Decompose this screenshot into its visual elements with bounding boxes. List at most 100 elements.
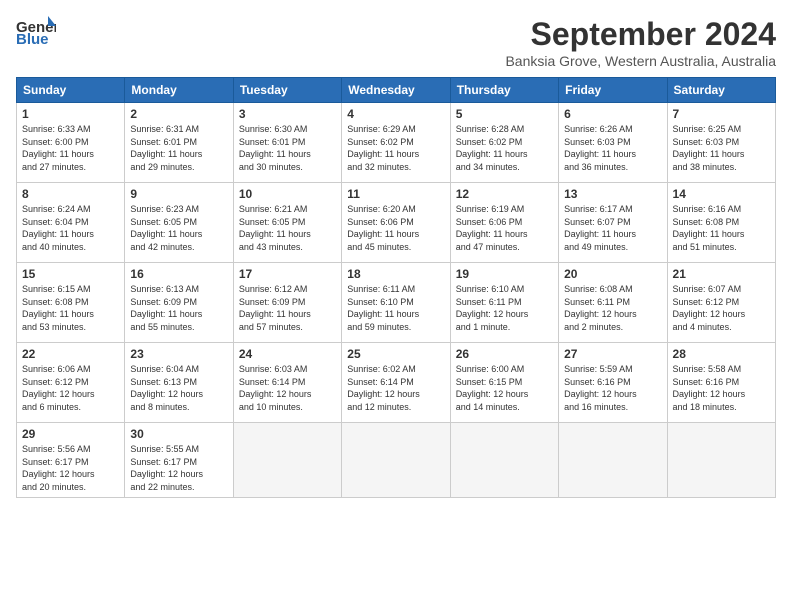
day-cell: 24Sunrise: 6:03 AMSunset: 6:14 PMDayligh… <box>233 343 341 423</box>
day-number: 10 <box>239 187 336 201</box>
day-info: Sunrise: 6:15 AMSunset: 6:08 PMDaylight:… <box>22 283 119 333</box>
day-number: 27 <box>564 347 661 361</box>
day-number: 30 <box>130 427 227 441</box>
day-number: 24 <box>239 347 336 361</box>
day-number: 28 <box>673 347 770 361</box>
day-info: Sunrise: 6:04 AMSunset: 6:13 PMDaylight:… <box>130 363 227 413</box>
day-info: Sunrise: 6:20 AMSunset: 6:06 PMDaylight:… <box>347 203 444 253</box>
day-cell: 30 Sunrise: 5:55 AMSunset: 6:17 PMDayligh… <box>125 423 233 498</box>
day-cell: 15 Sunrise: 6:15 AMSunset: 6:08 PMDayligh… <box>17 263 125 343</box>
week-row-2: 8 Sunrise: 6:24 AMSunset: 6:04 PMDaylight… <box>17 183 776 263</box>
day-info: Sunrise: 6:25 AMSunset: 6:03 PMDaylight:… <box>673 123 770 173</box>
day-cell: 16Sunrise: 6:13 AMSunset: 6:09 PMDayligh… <box>125 263 233 343</box>
day-cell: 7 Sunrise: 6:25 AMSunset: 6:03 PMDaylight… <box>667 103 775 183</box>
day-number: 4 <box>347 107 444 121</box>
day-info: Sunrise: 5:56 AMSunset: 6:17 PMDaylight:… <box>22 443 119 493</box>
week-row-1: 1Sunrise: 6:33 AMSunset: 6:00 PMDaylight… <box>17 103 776 183</box>
day-number: 1 <box>22 107 119 121</box>
logo: General Blue <box>16 16 56 51</box>
title-area: September 2024 Banksia Grove, Western Au… <box>505 16 776 69</box>
weekday-header-row: SundayMondayTuesdayWednesdayThursdayFrid… <box>17 78 776 103</box>
day-cell: 22Sunrise: 6:06 AMSunset: 6:12 PMDayligh… <box>17 343 125 423</box>
day-info: Sunrise: 6:24 AMSunset: 6:04 PMDaylight:… <box>22 203 119 253</box>
day-number: 18 <box>347 267 444 281</box>
day-cell: 26 Sunrise: 6:00 AMSunset: 6:15 PMDayligh… <box>450 343 558 423</box>
day-cell: 9 Sunrise: 6:23 AMSunset: 6:05 PMDaylight… <box>125 183 233 263</box>
day-cell: 10 Sunrise: 6:21 AMSunset: 6:05 PMDayligh… <box>233 183 341 263</box>
weekday-header-wednesday: Wednesday <box>342 78 450 103</box>
day-info: Sunrise: 6:16 AMSunset: 6:08 PMDaylight:… <box>673 203 770 253</box>
day-number: 7 <box>673 107 770 121</box>
week-row-4: 22Sunrise: 6:06 AMSunset: 6:12 PMDayligh… <box>17 343 776 423</box>
day-cell: 27 Sunrise: 5:59 AMSunset: 6:16 PMDayligh… <box>559 343 667 423</box>
day-info: Sunrise: 6:00 AMSunset: 6:15 PMDaylight:… <box>456 363 553 413</box>
day-number: 11 <box>347 187 444 201</box>
day-cell: 5 Sunrise: 6:28 AMSunset: 6:02 PMDaylight… <box>450 103 558 183</box>
weekday-header-thursday: Thursday <box>450 78 558 103</box>
day-info: Sunrise: 5:59 AMSunset: 6:16 PMDaylight:… <box>564 363 661 413</box>
day-cell: 29Sunrise: 5:56 AMSunset: 6:17 PMDayligh… <box>17 423 125 498</box>
day-info: Sunrise: 6:29 AMSunset: 6:02 PMDaylight:… <box>347 123 444 173</box>
day-cell: 2Sunrise: 6:31 AMSunset: 6:01 PMDaylight… <box>125 103 233 183</box>
day-info: Sunrise: 6:11 AMSunset: 6:10 PMDaylight:… <box>347 283 444 333</box>
calendar-table: SundayMondayTuesdayWednesdayThursdayFrid… <box>16 77 776 498</box>
day-info: Sunrise: 5:55 AMSunset: 6:17 PMDaylight:… <box>130 443 227 493</box>
day-info: Sunrise: 6:28 AMSunset: 6:02 PMDaylight:… <box>456 123 553 173</box>
day-number: 17 <box>239 267 336 281</box>
day-info: Sunrise: 6:10 AMSunset: 6:11 PMDaylight:… <box>456 283 553 333</box>
month-title: September 2024 <box>505 16 776 53</box>
day-cell: 1Sunrise: 6:33 AMSunset: 6:00 PMDaylight… <box>17 103 125 183</box>
week-row-5: 29Sunrise: 5:56 AMSunset: 6:17 PMDayligh… <box>17 423 776 498</box>
logo-icon: General Blue <box>16 16 56 51</box>
day-cell: 18 Sunrise: 6:11 AMSunset: 6:10 PMDayligh… <box>342 263 450 343</box>
day-number: 6 <box>564 107 661 121</box>
day-number: 21 <box>673 267 770 281</box>
day-cell: 6 Sunrise: 6:26 AMSunset: 6:03 PMDaylight… <box>559 103 667 183</box>
day-info: Sunrise: 6:26 AMSunset: 6:03 PMDaylight:… <box>564 123 661 173</box>
day-info: Sunrise: 6:21 AMSunset: 6:05 PMDaylight:… <box>239 203 336 253</box>
day-cell: 8 Sunrise: 6:24 AMSunset: 6:04 PMDaylight… <box>17 183 125 263</box>
day-cell: 4 Sunrise: 6:29 AMSunset: 6:02 PMDaylight… <box>342 103 450 183</box>
day-number: 13 <box>564 187 661 201</box>
day-info: Sunrise: 6:30 AMSunset: 6:01 PMDaylight:… <box>239 123 336 173</box>
day-info: Sunrise: 6:17 AMSunset: 6:07 PMDaylight:… <box>564 203 661 253</box>
day-info: Sunrise: 6:08 AMSunset: 6:11 PMDaylight:… <box>564 283 661 333</box>
day-cell: 28 Sunrise: 5:58 AMSunset: 6:16 PMDayligh… <box>667 343 775 423</box>
day-number: 8 <box>22 187 119 201</box>
day-info: Sunrise: 6:19 AMSunset: 6:06 PMDaylight:… <box>456 203 553 253</box>
day-number: 16 <box>130 267 227 281</box>
weekday-header-tuesday: Tuesday <box>233 78 341 103</box>
day-number: 25 <box>347 347 444 361</box>
day-cell <box>559 423 667 498</box>
svg-text:Blue: Blue <box>16 31 49 46</box>
day-cell: 21 Sunrise: 6:07 AMSunset: 6:12 PMDayligh… <box>667 263 775 343</box>
day-cell <box>667 423 775 498</box>
day-info: Sunrise: 6:02 AMSunset: 6:14 PMDaylight:… <box>347 363 444 413</box>
day-cell: 25 Sunrise: 6:02 AMSunset: 6:14 PMDayligh… <box>342 343 450 423</box>
weekday-header-friday: Friday <box>559 78 667 103</box>
day-number: 3 <box>239 107 336 121</box>
day-cell: 11 Sunrise: 6:20 AMSunset: 6:06 PMDayligh… <box>342 183 450 263</box>
day-number: 22 <box>22 347 119 361</box>
day-info: Sunrise: 6:23 AMSunset: 6:05 PMDaylight:… <box>130 203 227 253</box>
day-number: 15 <box>22 267 119 281</box>
week-row-3: 15 Sunrise: 6:15 AMSunset: 6:08 PMDayligh… <box>17 263 776 343</box>
weekday-header-monday: Monday <box>125 78 233 103</box>
day-info: Sunrise: 5:58 AMSunset: 6:16 PMDaylight:… <box>673 363 770 413</box>
day-number: 9 <box>130 187 227 201</box>
day-cell: 3 Sunrise: 6:30 AMSunset: 6:01 PMDaylight… <box>233 103 341 183</box>
day-number: 23 <box>130 347 227 361</box>
day-cell: 23 Sunrise: 6:04 AMSunset: 6:13 PMDayligh… <box>125 343 233 423</box>
day-number: 5 <box>456 107 553 121</box>
day-cell: 14 Sunrise: 6:16 AMSunset: 6:08 PMDayligh… <box>667 183 775 263</box>
day-cell: 13 Sunrise: 6:17 AMSunset: 6:07 PMDayligh… <box>559 183 667 263</box>
day-info: Sunrise: 6:12 AMSunset: 6:09 PMDaylight:… <box>239 283 336 333</box>
day-number: 14 <box>673 187 770 201</box>
day-number: 19 <box>456 267 553 281</box>
day-number: 26 <box>456 347 553 361</box>
page-header: General Blue September 2024 Banksia Grov… <box>16 16 776 69</box>
weekday-header-saturday: Saturday <box>667 78 775 103</box>
day-cell: 19 Sunrise: 6:10 AMSunset: 6:11 PMDayligh… <box>450 263 558 343</box>
weekday-header-sunday: Sunday <box>17 78 125 103</box>
day-info: Sunrise: 6:07 AMSunset: 6:12 PMDaylight:… <box>673 283 770 333</box>
